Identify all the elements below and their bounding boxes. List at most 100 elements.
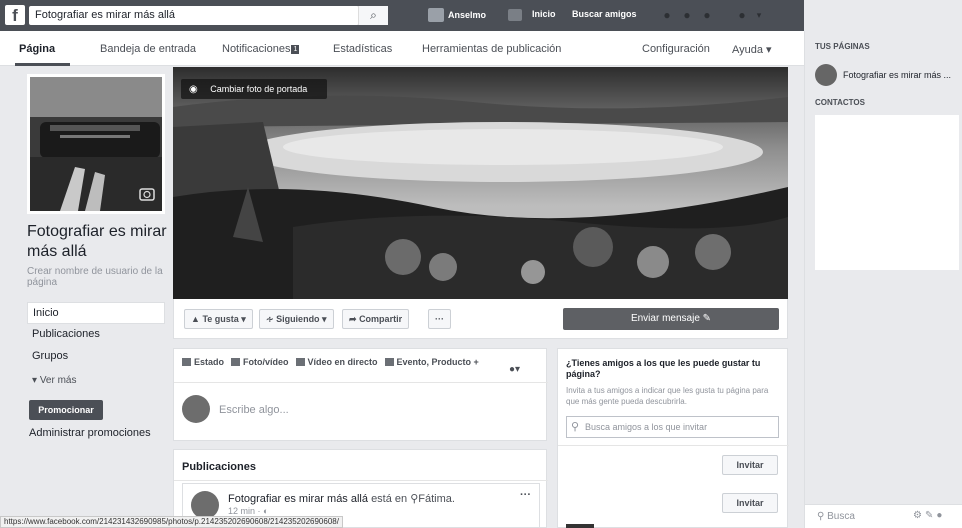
facebook-logo-icon[interactable]: f: [5, 5, 25, 25]
composer-tab-status[interactable]: Estado: [182, 357, 224, 367]
composer-avatar: [182, 395, 210, 423]
page-avatar: [815, 64, 837, 86]
composer-divider: [174, 382, 548, 383]
chat-search-input[interactable]: ⚲ Busca: [817, 511, 855, 522]
camera-icon: ◉: [189, 84, 198, 95]
publications-title: Publicaciones: [182, 461, 256, 473]
chevron-down-icon: ▾: [515, 364, 521, 375]
friend-avatar: [566, 524, 594, 528]
post-options-button[interactable]: ···: [520, 489, 531, 501]
right-sidebar: TUS PÁGINAS Fotografiar es mirar más ...…: [804, 31, 962, 528]
tab-inbox[interactable]: Bandeja de entrada: [100, 43, 196, 55]
compose-icon[interactable]: ✎: [925, 510, 936, 521]
chat-tools: ⚙✎●: [913, 510, 945, 521]
share-button[interactable]: ➦ Compartir: [342, 309, 410, 329]
home-link[interactable]: Inicio: [532, 9, 556, 19]
invite-title: ¿Tienes amigos a los que les puede gusta…: [566, 358, 761, 379]
search-input[interactable]: Fotografiar es mirar más allá ⌕: [29, 6, 388, 25]
your-pages-heading: TUS PÁGINAS: [815, 42, 870, 51]
composer-tab-photo-video[interactable]: Foto/vídeo: [231, 357, 289, 367]
invite-friends-card: ¿Tienes amigos a los que les puede gusta…: [557, 348, 789, 528]
composer-tab-event[interactable]: Evento, Producto +: [384, 357, 479, 367]
contacts-heading: CONTACTOS: [815, 98, 865, 107]
change-cover-button[interactable]: ◉ Cambiar foto de portada: [181, 79, 327, 99]
separator-icon: [508, 9, 522, 21]
left-nav: Inicio Publicaciones Grupos: [27, 302, 165, 368]
left-nav-item-inicio[interactable]: Inicio: [27, 302, 165, 324]
share-arrow-icon: ➦: [349, 314, 357, 324]
messages-icon[interactable]: ●: [680, 8, 694, 22]
composer-input[interactable]: Escribe algo...: [219, 404, 289, 416]
invite-search-placeholder: Busca amigos a los que invitar: [585, 422, 708, 432]
share-label: Compartir: [359, 314, 403, 324]
composer-tab-status-label: Estado: [194, 357, 225, 367]
account-menu-chevron-down-icon[interactable]: ▾: [752, 8, 766, 22]
composer-tabs: Estado Foto/vídeo Vídeo en directo Event…: [182, 357, 479, 367]
chevron-down-icon: ▾: [32, 375, 38, 386]
post-header: Fotografiar es mirar más allá está en ⚲F…: [228, 492, 455, 505]
chat-search[interactable]: ⚲ Busca ⚙✎●: [805, 504, 962, 528]
cover-photo-image: [173, 67, 788, 299]
search-icon: ⚲: [571, 421, 580, 433]
post-location-link[interactable]: Fátima.: [418, 493, 455, 505]
invite-button[interactable]: Invitar: [722, 455, 778, 475]
browser-status-bar: https://www.facebook.com/214231432690985…: [0, 516, 343, 528]
like-button[interactable]: ▲ Te gusta ▾: [184, 309, 253, 329]
page-navigation: Página Bandeja de entrada Notificaciones…: [0, 31, 804, 66]
see-more-link[interactable]: ▾ Ver más: [32, 375, 77, 386]
audience-selector[interactable]: ●▾: [509, 364, 520, 375]
following-button[interactable]: ∻ Siguiendo ▾: [259, 309, 334, 329]
find-friends-link[interactable]: Buscar amigos: [572, 9, 637, 19]
video-camera-icon: [295, 358, 305, 366]
post-author-link[interactable]: Fotografiar es mirar más allá: [228, 493, 368, 505]
tab-insights[interactable]: Estadísticas: [333, 43, 392, 55]
tab-publishing-tools[interactable]: Herramientas de publicación: [422, 43, 561, 55]
invite-button[interactable]: Invitar: [722, 493, 778, 513]
send-message-label: Enviar mensaje: [630, 313, 700, 324]
invite-divider: [558, 445, 789, 446]
left-nav-item-grupos[interactable]: Grupos: [27, 346, 165, 368]
profile-photo-image: [30, 77, 162, 211]
manage-promotions-link[interactable]: Administrar promociones: [29, 427, 151, 439]
your-page-item[interactable]: Fotografiar es mirar más ...: [815, 64, 951, 86]
search-input-value: Fotografiar es mirar más allá: [35, 9, 175, 21]
invite-search-input[interactable]: ⚲ Busca amigos a los que invitar: [566, 416, 779, 438]
contacts-list: [815, 115, 959, 270]
tab-pagina[interactable]: Página: [19, 43, 55, 55]
thumbs-up-icon: ▲: [191, 314, 200, 324]
pencil-icon: [182, 358, 191, 366]
send-message-button[interactable]: Enviar mensaje ✎: [563, 308, 779, 330]
user-profile-link[interactable]: Anselmo: [428, 8, 486, 22]
user-avatar: [428, 8, 444, 22]
gear-icon[interactable]: ⚙: [913, 510, 925, 521]
notifications-icon[interactable]: ●: [700, 8, 714, 22]
invite-description: Invita a tus amigos a indicar que les gu…: [566, 386, 769, 406]
post-author-avatar[interactable]: [191, 491, 219, 519]
rss-icon: ∻: [266, 314, 274, 324]
more-options-button[interactable]: ···: [428, 309, 451, 329]
left-nav-item-publicaciones[interactable]: Publicaciones: [27, 324, 165, 346]
your-page-name: Fotografiar es mirar más ...: [843, 70, 952, 80]
pencil-icon: ✎: [702, 313, 712, 324]
tab-notifications[interactable]: Notificaciones 1: [222, 43, 300, 55]
see-more-label: Ver más: [39, 375, 77, 386]
like-label: Te gusta ▾: [202, 314, 246, 324]
create-username-link[interactable]: Crear nombre de usuario de la página: [27, 266, 167, 288]
help-icon[interactable]: ●: [735, 8, 749, 22]
composer-tab-live-label: Vídeo en directo: [307, 357, 378, 367]
tab-settings[interactable]: Configuración: [642, 43, 710, 55]
post-timestamp[interactable]: 12 min · ◐: [228, 506, 268, 516]
cover-photo[interactable]: [173, 67, 788, 299]
post-location-prefix: está en: [371, 493, 408, 505]
page-title[interactable]: Fotografiar es mirar más allá: [27, 222, 172, 262]
profile-picture[interactable]: [27, 74, 165, 214]
tab-help[interactable]: Ayuda ▾: [732, 43, 772, 56]
top-bar: f Fotografiar es mirar más allá ⌕ Anselm…: [0, 0, 962, 31]
composer-tab-live-video[interactable]: Vídeo en directo: [295, 357, 378, 367]
calendar-icon: [384, 358, 394, 366]
people-icon[interactable]: ●: [936, 510, 945, 521]
search-button[interactable]: ⌕: [358, 6, 388, 25]
tab-notifications-label: Notificaciones: [222, 43, 291, 55]
friend-requests-icon[interactable]: ●: [660, 8, 674, 22]
promote-button[interactable]: Promocionar: [29, 400, 103, 420]
